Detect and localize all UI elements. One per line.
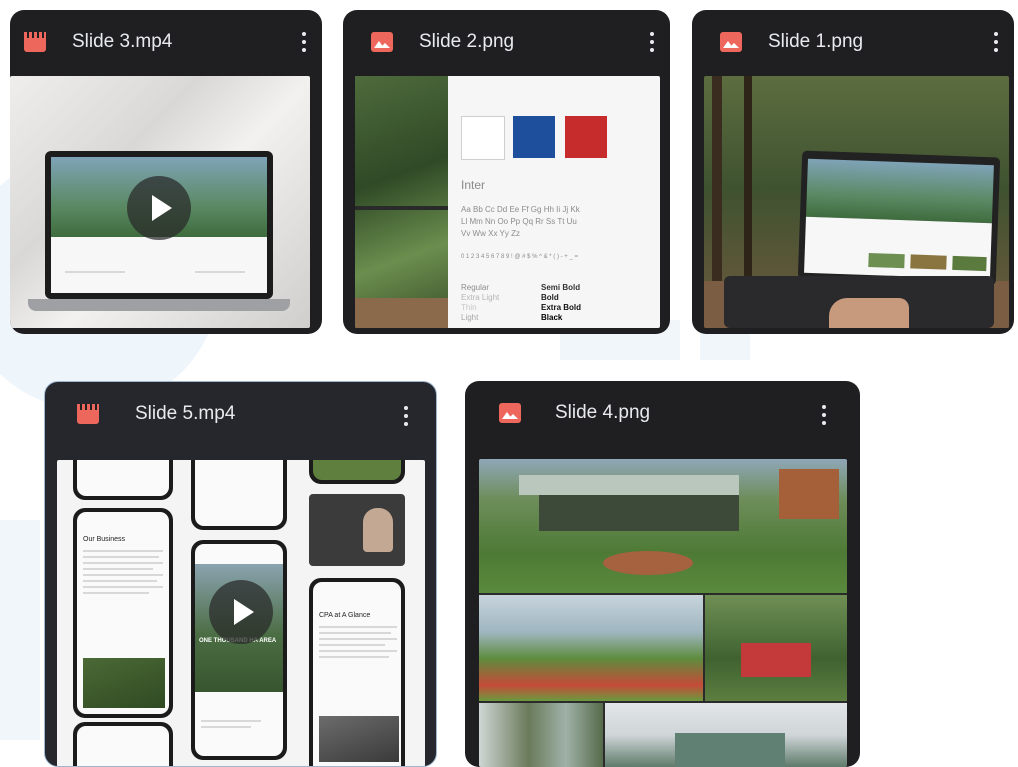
digits-line: 0 1 2 3 4 5 6 7 8 9 ! @ # $ % ^ & * ( ) … [461,254,578,260]
phone-heading: Our Business [83,536,126,543]
file-name: Slide 3.mp4 [72,31,173,52]
phone-mockup: Our Business [73,508,173,718]
alphabet-line-1: Aa Bb Cc Dd Ee Ff Gg Hh Ii Jj Kk [461,205,580,214]
laptop-screen [797,150,1001,286]
weight-light: Light [461,313,479,322]
photo-workers [705,595,847,701]
more-options-icon[interactable] [650,32,654,52]
file-name: Slide 1.png [768,31,864,52]
more-options-icon[interactable] [404,406,408,426]
file-card-slide-4[interactable]: Slide 4.png [465,381,860,767]
phone-mockup [73,722,173,766]
video-file-icon [77,404,99,424]
photo-landscape [479,595,703,701]
play-icon[interactable] [209,580,273,644]
photo-garden-pavilion [479,459,847,593]
phone-mockup: ONE THOUSAND HA AREA [191,540,287,760]
file-name: Slide 2.png [419,31,515,52]
phone-heading: CPA at A Glance [319,612,371,619]
photo-trees [479,703,603,767]
more-options-icon[interactable] [994,32,998,52]
file-thumbnail[interactable] [704,76,1009,328]
image-file-icon [371,32,393,52]
phone-mockup [309,460,405,484]
file-name: Slide 4.png [555,402,651,423]
image-file-icon [499,403,521,423]
alphabet-line-3: Vv Ww Xx Yy Zz [461,229,520,238]
phone-mockup [73,460,173,500]
phone-mockup [191,460,287,530]
file-card-header: Slide 2.png [343,10,670,74]
file-name: Slide 5.mp4 [135,403,236,424]
video-file-icon [24,32,46,52]
phone-mockup: CPA at A Glance [309,578,405,766]
file-card-slide-5[interactable]: Slide 5.mp4 Our Business ONE THO [44,381,437,767]
file-card-header: Slide 4.png [465,381,860,445]
file-card-slide-2[interactable]: Slide 2.png Inter Aa Bb Cc Dd Ee Ff Gg H… [343,10,670,334]
weight-black: Black [541,313,563,322]
play-icon[interactable] [127,176,191,240]
file-card-slide-1[interactable]: Slide 1.png [692,10,1014,334]
file-card-header: Slide 3.mp4 [10,10,322,74]
file-thumbnail[interactable]: Inter Aa Bb Cc Dd Ee Ff Gg Hh Ii Jj Kk L… [355,76,660,328]
file-thumbnail[interactable]: Our Business ONE THOUSAND HA AREA [57,460,425,766]
file-thumbnail[interactable] [479,459,847,767]
photo-building [605,703,847,767]
foliage-photo [355,76,448,328]
color-swatch-blue [513,116,555,158]
color-swatch-red [565,116,607,158]
image-file-icon [720,32,742,52]
laptop-base [28,299,290,311]
color-swatch-white [461,116,505,160]
file-card-header: Slide 5.mp4 [45,382,436,446]
more-options-icon[interactable] [302,32,306,52]
file-thumbnail[interactable] [10,76,310,328]
file-card-header: Slide 1.png [692,10,1014,74]
more-options-icon[interactable] [822,405,826,425]
alphabet-line-2: Ll Mm Nn Oo Pp Qq Rr Ss Tt Uu [461,217,577,226]
font-name: Inter [461,178,486,192]
file-card-slide-3[interactable]: Slide 3.mp4 [10,10,322,334]
